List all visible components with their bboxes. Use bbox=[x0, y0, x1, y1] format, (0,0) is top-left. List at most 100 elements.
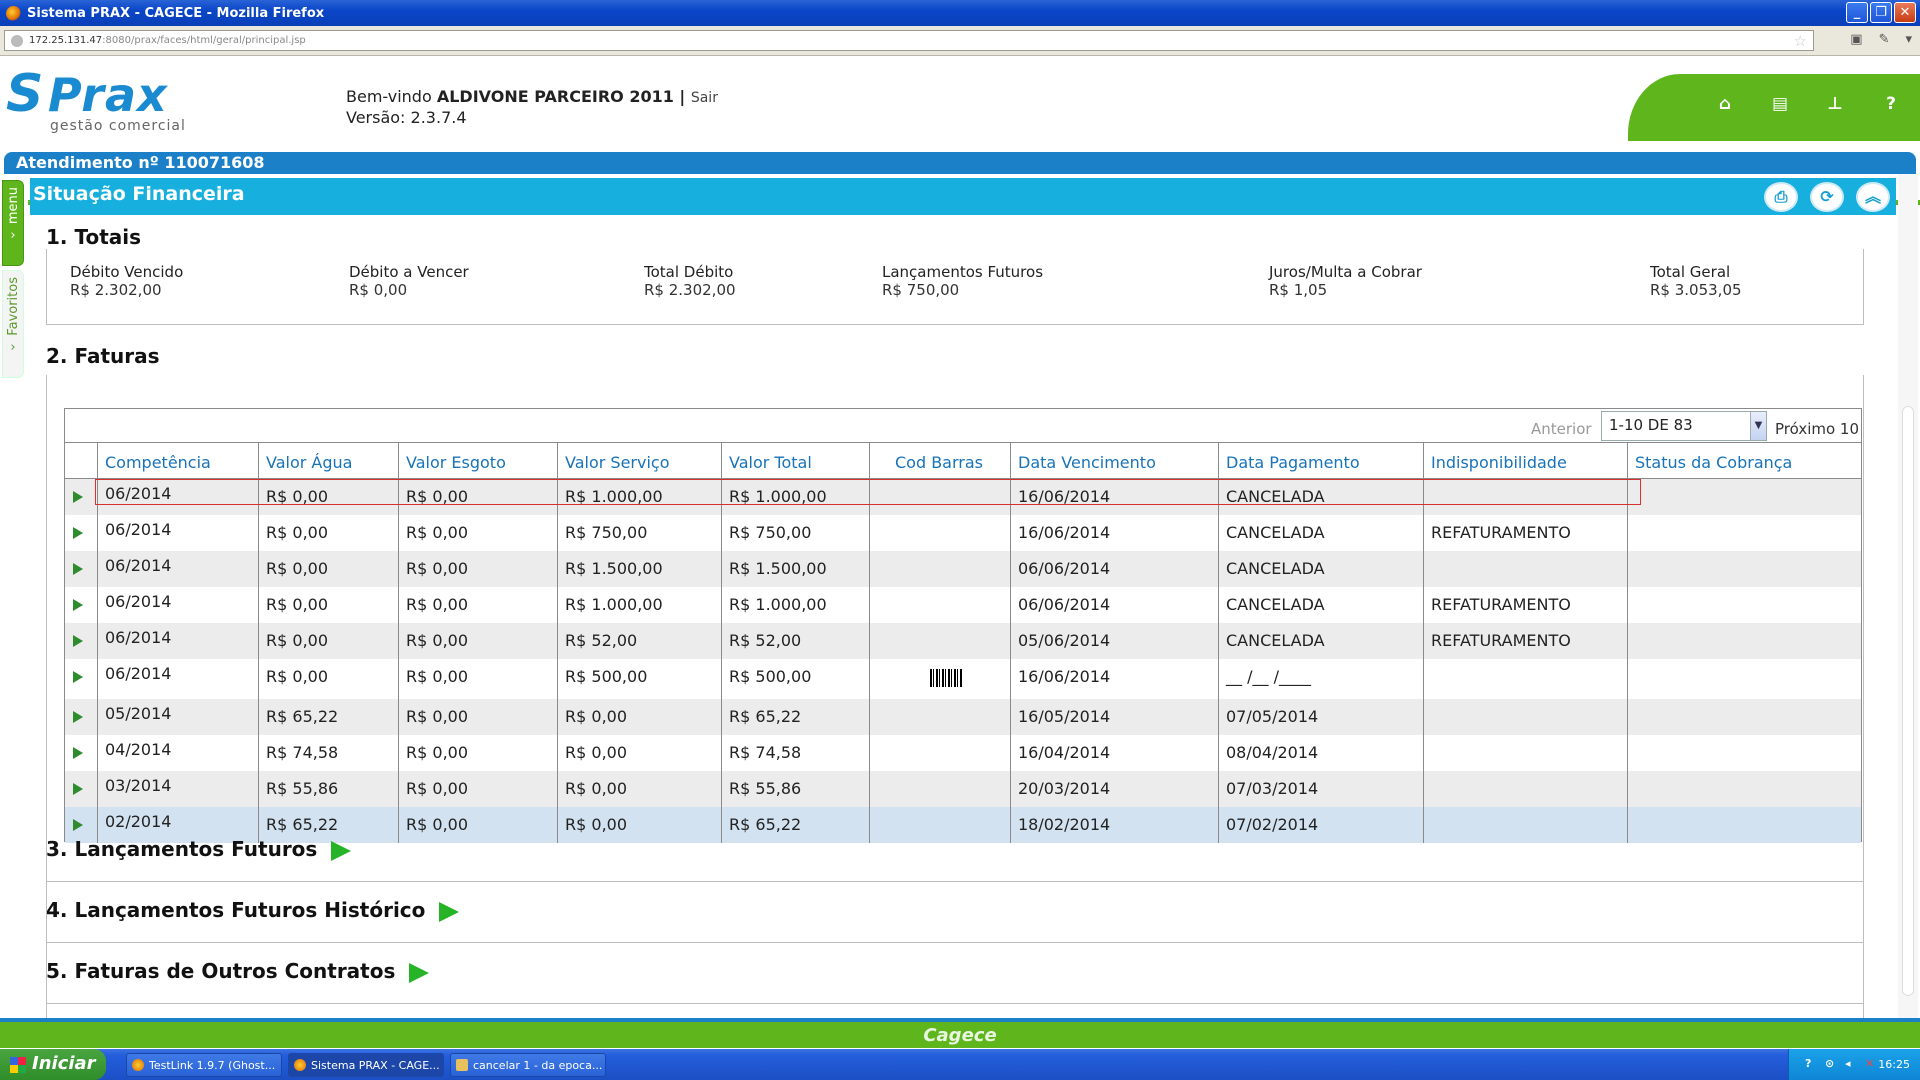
task-cancelar[interactable]: cancelar 1 - da epoca... bbox=[450, 1052, 606, 1077]
pager-previous[interactable]: Anterior bbox=[1531, 420, 1592, 438]
table-row[interactable]: 06/2014 R$ 0,00 R$ 0,00 R$ 52,00 R$ 52,00 05/… bbox=[65, 623, 1861, 659]
expand-arrow-icon[interactable] bbox=[439, 901, 460, 922]
print-icon[interactable]: ⎙ bbox=[1764, 182, 1798, 212]
table-cell: R$ 74,58 bbox=[258, 735, 398, 771]
home-icon[interactable]: ⌂ bbox=[1712, 94, 1738, 120]
row-expand-arrow-icon[interactable] bbox=[73, 563, 83, 575]
page-select[interactable]: 1-10 DE 83 ▼ bbox=[1601, 411, 1767, 441]
volume-icon[interactable]: ◂ bbox=[1845, 1057, 1857, 1070]
document-icon bbox=[456, 1058, 468, 1071]
table-cell: R$ 0,00 bbox=[258, 587, 398, 623]
table-cell: R$ 0,00 bbox=[557, 807, 721, 843]
logout-link[interactable]: Sair bbox=[691, 90, 718, 106]
help-icon[interactable]: ? bbox=[1805, 1057, 1817, 1070]
table-cell bbox=[869, 735, 1010, 771]
close-button[interactable]: ✕ bbox=[1894, 2, 1916, 23]
shield-icon[interactable]: ✕ bbox=[1865, 1057, 1877, 1070]
task-testlink[interactable]: TestLink 1.9.7 (Ghost... bbox=[126, 1052, 282, 1077]
col-data-pagamento[interactable]: Data Pagamento bbox=[1218, 443, 1423, 479]
table-cell: CANCELADA bbox=[1218, 479, 1423, 515]
menu-arrow-icon[interactable]: ▾ bbox=[1905, 32, 1912, 47]
table-cell: 16/06/2014 bbox=[1010, 515, 1218, 551]
vertical-scrollbar[interactable] bbox=[1898, 174, 1918, 1018]
pager-next[interactable]: Próximo 10 bbox=[1775, 420, 1859, 438]
row-expand-arrow-icon[interactable] bbox=[73, 711, 83, 723]
section-lancamentos-historico[interactable]: 4. Lançamentos Futuros Histórico bbox=[46, 898, 460, 922]
col-valor-servico[interactable]: Valor Serviço bbox=[557, 443, 721, 479]
section-lancamentos-futuros[interactable]: 3. Lançamentos Futuros bbox=[46, 837, 352, 861]
sidebar-tab-menu[interactable]: menu › bbox=[2, 180, 24, 266]
col-indisponibilidade[interactable]: Indisponibilidade bbox=[1423, 443, 1627, 479]
logo-subtitle: gestão comercial bbox=[50, 118, 186, 134]
col-data-vencimento[interactable]: Data Vencimento bbox=[1010, 443, 1218, 479]
row-expand-arrow-icon[interactable] bbox=[73, 527, 83, 539]
address-bar[interactable]: 172.25.131.47:8080/prax/faces/html/geral… bbox=[4, 30, 1814, 51]
expand-arrow-icon[interactable] bbox=[331, 840, 352, 861]
row-expand-arrow-icon[interactable] bbox=[73, 819, 83, 831]
pager: Anterior 1-10 DE 83 ▼ Próximo 10 bbox=[65, 409, 1861, 443]
system-tray: ? ⊙ ◂ ✕ 16:25 bbox=[1788, 1049, 1920, 1080]
section-outros-contratos[interactable]: 5. Faturas de Outros Contratos bbox=[46, 959, 430, 983]
total-debito: Total Débito R$ 2.302,00 bbox=[644, 263, 736, 299]
table-row[interactable]: 06/2014 R$ 0,00 R$ 0,00 R$ 1.500,00 R$ 1.500… bbox=[65, 551, 1861, 587]
table-row[interactable]: 06/2014 R$ 0,00 R$ 0,00 R$ 1.000,00 R$ 1.000… bbox=[65, 479, 1861, 515]
row-expand-arrow-icon[interactable] bbox=[73, 635, 83, 647]
table-cell: REFATURAMENTO bbox=[1423, 515, 1627, 551]
table-cell: R$ 65,22 bbox=[721, 807, 869, 843]
table-cell: CANCELADA bbox=[1218, 587, 1423, 623]
table-cell bbox=[1627, 587, 1861, 623]
table-cell: 06/2014 bbox=[97, 659, 258, 699]
table-row[interactable]: 03/2014 R$ 55,86 R$ 0,00 R$ 0,00 R$ 55,86 20/… bbox=[65, 771, 1861, 807]
table-row[interactable]: 04/2014 R$ 74,58 R$ 0,00 R$ 0,00 R$ 74,58 16/… bbox=[65, 735, 1861, 771]
col-competencia[interactable]: Competência bbox=[97, 443, 258, 479]
table-cell bbox=[869, 587, 1010, 623]
row-expand-arrow-icon[interactable] bbox=[73, 747, 83, 759]
col-cod-barras[interactable]: Cod Barras bbox=[869, 443, 1010, 479]
sidebar: menu › Favoritos › bbox=[0, 174, 28, 1014]
table-cell: R$ 0,00 bbox=[557, 735, 721, 771]
col-valor-agua[interactable]: Valor Água bbox=[258, 443, 398, 479]
table-row[interactable]: 06/2014 R$ 0,00 R$ 0,00 R$ 1.000,00 R$ 1.000… bbox=[65, 587, 1861, 623]
col-status-cobranca[interactable]: Status da Cobrança bbox=[1627, 443, 1861, 479]
task-prax[interactable]: Sistema PRAX - CAGE... bbox=[288, 1052, 444, 1077]
table-cell: R$ 55,86 bbox=[258, 771, 398, 807]
page-title: Situação Financeira bbox=[33, 183, 245, 205]
help-icon[interactable]: ? bbox=[1878, 94, 1904, 120]
print-icon[interactable]: ▤ bbox=[1767, 94, 1793, 120]
table-cell bbox=[869, 623, 1010, 659]
row-expand-arrow-icon[interactable] bbox=[73, 491, 83, 503]
sitemap-icon[interactable]: ⊥ bbox=[1822, 94, 1848, 120]
network-icon[interactable]: ⊙ bbox=[1825, 1057, 1837, 1070]
sidebar-tab-favoritos[interactable]: Favoritos › bbox=[2, 270, 24, 378]
table-cell: CANCELADA bbox=[1218, 623, 1423, 659]
table-cell bbox=[869, 771, 1010, 807]
refresh-icon[interactable]: ⟳ bbox=[1810, 182, 1844, 212]
collapse-up-icon[interactable]: ︽ bbox=[1856, 182, 1890, 212]
minimize-button[interactable]: _ bbox=[1846, 2, 1868, 23]
prax-logo[interactable]: S Prax gestão comercial bbox=[6, 68, 196, 138]
addon-icon[interactable]: ▣ bbox=[1850, 32, 1862, 47]
table-cell: 04/2014 bbox=[97, 735, 258, 771]
start-button[interactable]: Iniciar bbox=[0, 1049, 106, 1080]
bookmark-star-icon[interactable]: ☆ bbox=[1794, 32, 1807, 50]
maximize-button[interactable]: ❐ bbox=[1870, 2, 1892, 23]
row-expand-arrow-icon[interactable] bbox=[73, 599, 83, 611]
chevron-right-icon: › bbox=[10, 228, 16, 244]
row-expand-arrow-icon[interactable] bbox=[73, 783, 83, 795]
faturas-table: Anterior 1-10 DE 83 ▼ Próximo 10 Competên… bbox=[64, 408, 1862, 843]
col-valor-esgoto[interactable]: Valor Esgoto bbox=[398, 443, 557, 479]
col-valor-total[interactable]: Valor Total bbox=[721, 443, 869, 479]
cagece-logo: Cagece bbox=[923, 1025, 997, 1046]
table-row[interactable]: 06/2014 R$ 0,00 R$ 0,00 R$ 750,00 R$ 750,00 1… bbox=[65, 515, 1861, 551]
scrollbar-thumb[interactable] bbox=[1902, 406, 1914, 996]
table-cell: 06/2014 bbox=[97, 479, 258, 515]
barcode-icon[interactable] bbox=[930, 669, 962, 687]
table-row[interactable]: 06/2014 R$ 0,00 R$ 0,00 R$ 500,00 R$ 500,00 1… bbox=[65, 659, 1861, 699]
top-nav: ⌂ ▤ ⊥ ? bbox=[1620, 74, 1920, 141]
row-expand-arrow-icon[interactable] bbox=[73, 671, 83, 683]
table-row[interactable]: 05/2014 R$ 65,22 R$ 0,00 R$ 0,00 R$ 65,22 16/… bbox=[65, 699, 1861, 735]
site-identity-icon[interactable] bbox=[11, 35, 23, 47]
expand-arrow-icon[interactable] bbox=[409, 962, 430, 983]
puzzle-icon[interactable]: ✎ bbox=[1879, 32, 1890, 47]
chevron-down-icon[interactable]: ▼ bbox=[1750, 412, 1766, 440]
